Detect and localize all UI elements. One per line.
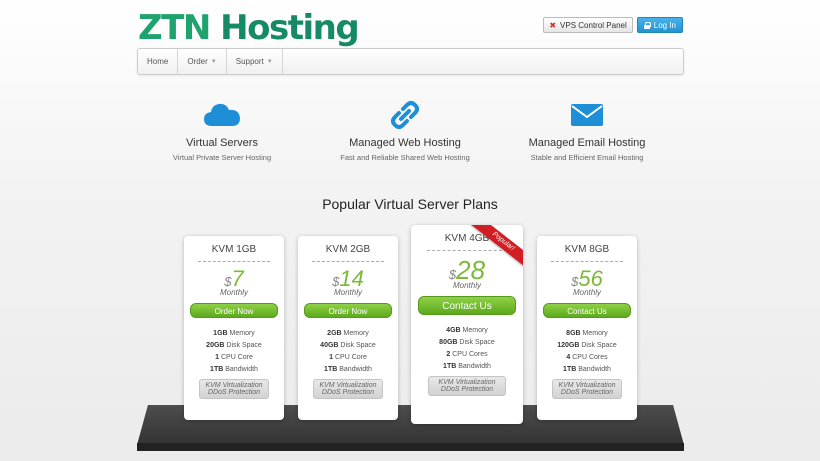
divider bbox=[198, 261, 270, 262]
feature-title: Managed Email Hosting bbox=[528, 137, 646, 149]
login-label: Log In bbox=[653, 20, 676, 30]
contact-us-button[interactable]: Contact Us bbox=[543, 303, 631, 318]
nav-item-order[interactable]: Order ▼ bbox=[178, 49, 227, 74]
virtualization-label: KVM Virtualization bbox=[438, 379, 496, 386]
spec-row: 120GB Disk Space bbox=[557, 342, 617, 349]
control-panel-icon: ✖ bbox=[549, 20, 557, 30]
plan-price: $14 bbox=[298, 268, 398, 290]
logo-part1: ZTN bbox=[138, 8, 211, 48]
envelope-icon bbox=[571, 104, 603, 126]
chevron-down-icon: ▼ bbox=[266, 58, 273, 65]
plan-card-kvm-4gb: Popular! KVM 4GB $28 Monthly Contact Us … bbox=[411, 225, 523, 424]
ddos-label: DDoS Protection bbox=[560, 389, 614, 396]
order-now-button[interactable]: Order Now bbox=[190, 303, 278, 318]
feature-virtual-servers[interactable]: Virtual Servers Virtual Private Server H… bbox=[122, 98, 322, 162]
spec-row: 4GB Memory bbox=[446, 327, 488, 334]
spec-row: 2GB Memory bbox=[327, 330, 369, 337]
ddos-label: DDoS Protection bbox=[440, 386, 494, 393]
feature-subtitle: Fast and Reliable Shared Web Hosting bbox=[340, 153, 470, 162]
plan-name: KVM 1GB bbox=[211, 244, 257, 255]
header-actions: ✖ VPS Control Panel Log In bbox=[543, 17, 683, 33]
price-period: Monthly bbox=[452, 281, 481, 290]
spec-row: 1GB Memory bbox=[213, 330, 255, 337]
lock-icon bbox=[643, 21, 651, 29]
feature-title: Virtual Servers bbox=[186, 137, 258, 149]
spec-row: 1TB Bandwidth bbox=[210, 366, 258, 373]
feature-managed-email-hosting[interactable]: Managed Email Hosting Stable and Efficie… bbox=[487, 98, 687, 162]
plan-price: $28 bbox=[411, 257, 523, 283]
nav-item-label: Home bbox=[147, 57, 169, 66]
nav-item-label: Order bbox=[187, 57, 208, 66]
plan-price: $56 bbox=[537, 268, 637, 290]
virtualization-badge: KVM Virtualization DDoS Protection bbox=[313, 379, 383, 399]
login-button[interactable]: Log In bbox=[636, 17, 683, 33]
site-logo[interactable]: ZTN Hosting bbox=[138, 8, 360, 48]
spec-row: 1TB Bandwidth bbox=[443, 363, 491, 370]
spec-row: 2 CPU Cores bbox=[446, 351, 488, 358]
ddos-label: DDoS Protection bbox=[321, 389, 375, 396]
divider bbox=[426, 250, 508, 251]
plan-card-kvm-1gb: KVM 1GB $7 Monthly Order Now 1GB Memory … bbox=[184, 236, 284, 420]
plan-specs: 4GB Memory 80GB Disk Space 2 CPU Cores 1… bbox=[411, 327, 523, 370]
spec-row: 1 CPU Core bbox=[329, 354, 367, 361]
price-period: Monthly bbox=[572, 288, 601, 297]
virtualization-badge: KVM Virtualization DDoS Protection bbox=[199, 379, 269, 399]
logo-part2: Hosting bbox=[220, 8, 360, 48]
spec-row: 8GB Memory bbox=[566, 330, 608, 337]
cloud-icon bbox=[204, 103, 240, 126]
plan-specs: 2GB Memory 40GB Disk Space 1 CPU Core 1T… bbox=[298, 330, 398, 373]
virtualization-label: KVM Virtualization bbox=[319, 382, 377, 389]
plan-card-kvm-2gb: KVM 2GB $14 Monthly Order Now 2GB Memory… bbox=[298, 236, 398, 420]
spec-row: 1TB Bandwidth bbox=[563, 366, 611, 373]
pricing-platform-edge bbox=[137, 443, 684, 451]
main-nav: Home Order ▼ Support ▼ bbox=[137, 48, 684, 75]
nav-item-support[interactable]: Support ▼ bbox=[227, 49, 283, 74]
spec-row: 20GB Disk Space bbox=[206, 342, 262, 349]
spec-row: 80GB Disk Space bbox=[439, 339, 495, 346]
nav-item-home[interactable]: Home bbox=[138, 49, 179, 74]
virtualization-badge: KVM Virtualization DDoS Protection bbox=[427, 376, 507, 396]
plan-name: KVM 8GB bbox=[564, 244, 610, 255]
contact-us-button[interactable]: Contact Us bbox=[417, 296, 517, 315]
feature-managed-web-hosting[interactable]: Managed Web Hosting Fast and Reliable Sh… bbox=[305, 98, 505, 162]
plan-specs: 8GB Memory 120GB Disk Space 4 CPU Cores … bbox=[537, 330, 637, 373]
divider bbox=[551, 261, 623, 262]
price-period: Monthly bbox=[219, 288, 248, 297]
spec-row: 40GB Disk Space bbox=[320, 342, 376, 349]
price-period: Monthly bbox=[333, 288, 362, 297]
nav-item-label: Support bbox=[235, 57, 264, 66]
spec-row: 4 CPU Cores bbox=[566, 354, 608, 361]
virtualization-label: KVM Virtualization bbox=[205, 382, 263, 389]
order-now-button[interactable]: Order Now bbox=[304, 303, 392, 318]
plan-specs: 1GB Memory 20GB Disk Space 1 CPU Core 1T… bbox=[184, 330, 284, 373]
divider bbox=[312, 261, 384, 262]
spec-row: 1TB Bandwidth bbox=[324, 366, 372, 373]
plan-card-kvm-8gb: KVM 8GB $56 Monthly Contact Us 8GB Memor… bbox=[537, 236, 637, 420]
spec-row: 1 CPU Core bbox=[215, 354, 253, 361]
ddos-label: DDoS Protection bbox=[207, 389, 261, 396]
chevron-down-icon: ▼ bbox=[210, 58, 217, 65]
feature-subtitle: Stable and Efficient Email Hosting bbox=[530, 153, 644, 162]
feature-title: Managed Web Hosting bbox=[349, 137, 461, 149]
feature-subtitle: Virtual Private Server Hosting bbox=[172, 153, 272, 162]
vps-control-panel-label: VPS Control Panel bbox=[560, 20, 627, 30]
plan-name: KVM 2GB bbox=[325, 244, 371, 255]
plan-price: $7 bbox=[184, 268, 284, 290]
virtualization-label: KVM Virtualization bbox=[558, 382, 616, 389]
vps-control-panel-button[interactable]: ✖ VPS Control Panel bbox=[543, 17, 633, 33]
plans-heading: Popular Virtual Server Plans bbox=[322, 196, 498, 212]
virtualization-badge: KVM Virtualization DDoS Protection bbox=[552, 379, 622, 399]
link-icon bbox=[391, 101, 419, 129]
